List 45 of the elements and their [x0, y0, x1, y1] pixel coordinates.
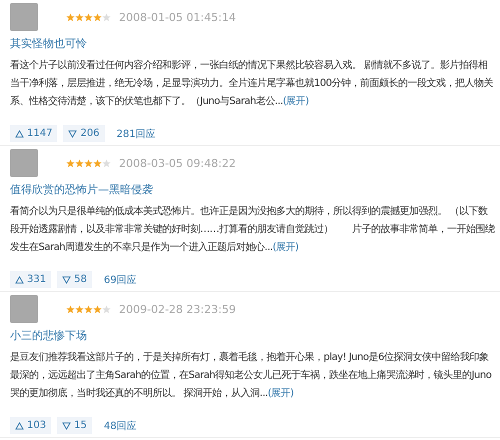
review-text: 是豆友们推荐我看这部片子的，于是关掉所有灯，裹着毛毯，抱着开心果，play! Juno是6位探洞女侠中留给我印象最深的，远远超出了主角Sarah的位置，在Sarah得知老公女儿已死于车祸，跌坐在地上痛哭流涕时，镜头里的Juno哭的更加彻底，当时我还真的不明所以。 探洞开始，从入洞...(展开): [10, 350, 492, 401]
star-icon: [93, 158, 102, 168]
star-icon: [84, 304, 93, 314]
review-title-link[interactable]: 值得欣赏的恐怖片—黑暗侵袭: [10, 182, 153, 197]
star-icon: [66, 304, 75, 314]
star-icon: [84, 12, 93, 22]
upvote-button[interactable]: 331: [10, 271, 52, 288]
avatar-placeholder: [10, 149, 38, 177]
review-title-link[interactable]: 小三的悲惨下场: [10, 328, 87, 343]
triangle-down-icon: [68, 130, 78, 138]
downvote-button[interactable]: 58: [57, 271, 92, 288]
avatar-placeholder: [10, 3, 38, 31]
review-date: 2009-02-28 23:23:59: [119, 302, 236, 316]
replies-link[interactable]: 69回应: [104, 272, 137, 286]
upvote-button[interactable]: 103: [10, 417, 52, 434]
star-icon: [66, 158, 75, 168]
star-icon: [102, 304, 111, 314]
downvote-button[interactable]: 206: [63, 125, 105, 142]
star-icon: [66, 12, 75, 22]
replies-link[interactable]: 48回应: [104, 418, 137, 432]
triangle-down-icon: [62, 276, 72, 284]
review-title-link[interactable]: 其实怪物也可怜: [10, 36, 87, 51]
star-icon: [102, 158, 111, 168]
triangle-up-icon: [15, 130, 24, 138]
star-icon: [75, 304, 84, 314]
expand-link[interactable]: (展开): [282, 96, 309, 107]
avatar-placeholder: [10, 295, 38, 323]
expand-link[interactable]: (展开): [272, 242, 298, 253]
star-icon: [75, 12, 84, 22]
review-text: 看这个片子以前没看过任何内容介绍和影评，一张白纸的情况下果然比较容易入戏。 剧情就不多说了。影片拍得相当干净利落，层层推进，绝无冷场，足显导演功力。全片连片尾字幕也就100分钟，前面颇长的一段文戏，把人物关系、性格交待清楚，该下的伏笔也都下了。（Juno与Sarah老公...(展开): [10, 58, 494, 109]
upvote-button[interactable]: 1147: [10, 125, 58, 142]
star-icon: [93, 304, 102, 314]
review-text: 看简介以为只是很单纯的低成本美式恐怖片。也许正是因为没抱多大的期待，所以得到的震撼更加强烈。 （以下数段开始透露剧情，以及非常非常关键的好时刻……打算看的朋友请自觉跳过） 片子的故事非常简单，一开始围绕发生在Sarah周遭发生的不幸只是作为一个进入正题后对她心...(展开): [10, 204, 496, 255]
star-icon: [102, 12, 111, 22]
expand-link[interactable]: (展开): [268, 388, 294, 399]
triangle-up-icon: [15, 276, 24, 284]
replies-link[interactable]: 281回应: [116, 126, 156, 140]
review-date: 2008-01-05 01:45:14: [119, 10, 236, 24]
star-icon: [84, 158, 93, 168]
downvote-button[interactable]: 15: [57, 417, 92, 434]
star-icon: [75, 158, 84, 168]
star-icon: [93, 12, 102, 22]
triangle-up-icon: [15, 422, 24, 430]
review-date: 2008-03-05 09:48:22: [119, 156, 236, 170]
triangle-down-icon: [62, 422, 72, 430]
